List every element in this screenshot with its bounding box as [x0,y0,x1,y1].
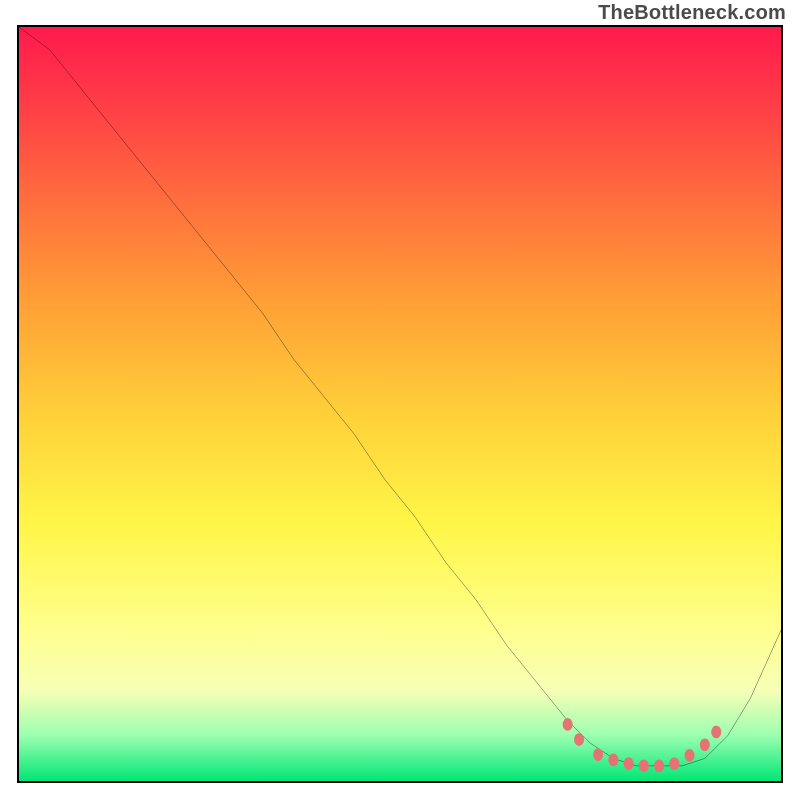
valley-marker [563,718,573,731]
curve-svg [19,27,781,781]
valley-marker [639,760,649,773]
plot-area [17,25,783,783]
valley-marker [654,760,664,773]
valley-marker [574,733,584,746]
valley-marker [593,748,603,761]
chart-frame: TheBottleneck.com [0,0,800,800]
valley-marker [624,757,634,770]
valley-marker [711,726,721,739]
valley-marker [669,757,679,770]
valley-markers-group [563,718,722,772]
watermark-text: TheBottleneck.com [598,2,786,25]
valley-marker [608,754,618,767]
bottleneck-curve-line [19,27,781,766]
valley-marker [700,738,710,751]
valley-marker [685,749,695,762]
